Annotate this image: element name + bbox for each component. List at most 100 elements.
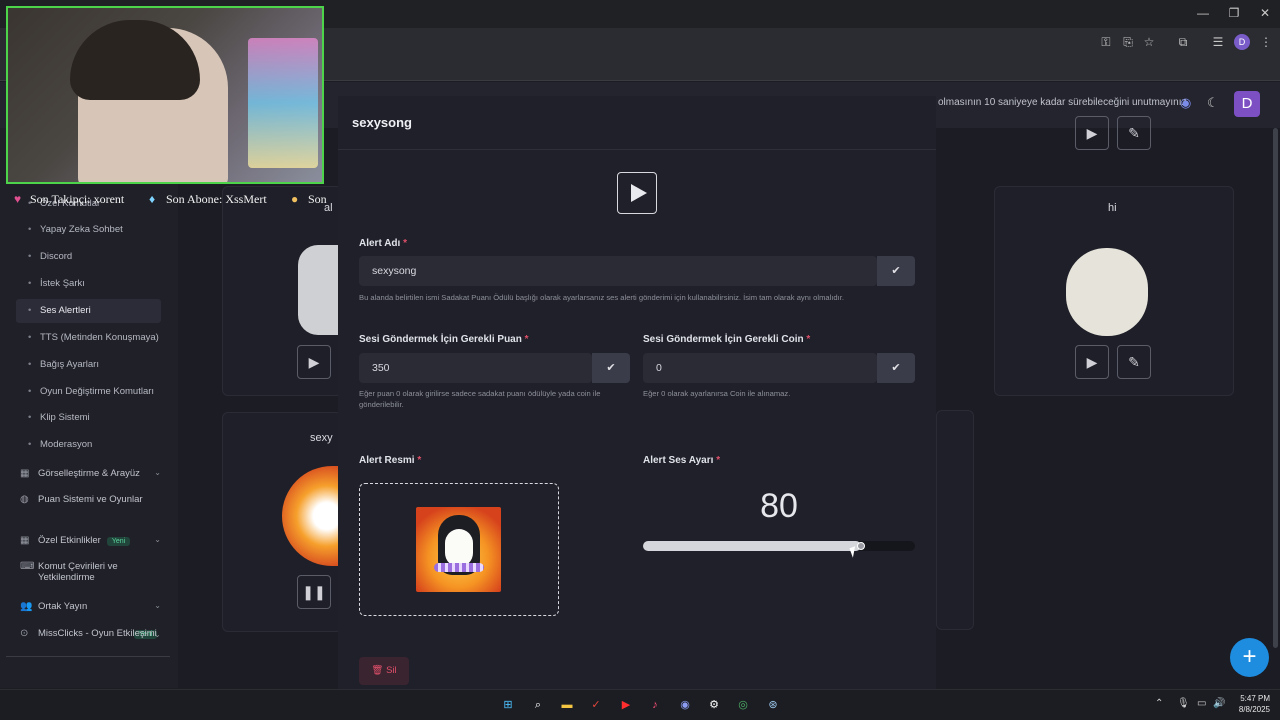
chevron-down-icon: ⌄ — [154, 535, 161, 544]
windows-start-icon[interactable]: ⊞ — [499, 696, 517, 714]
confirm-coin-button[interactable]: ✔ — [877, 353, 915, 383]
add-alert-button[interactable]: + — [1230, 638, 1269, 677]
modal-title: sexysong — [352, 115, 412, 130]
points-help: Eğer puan 0 olarak girilirse sadece sada… — [359, 389, 601, 409]
bunny-sticker-image — [1066, 248, 1148, 336]
sidebar-group-label: Komut Çevirileri ve Yetkilendirme — [38, 561, 118, 583]
steam-icon[interactable]: ⊛ — [764, 696, 782, 714]
sidebar-item-donation[interactable]: Bağış Ayarları — [16, 353, 161, 377]
header-notice: olmasının 10 saniyeye kadar sürebileceği… — [938, 97, 1190, 108]
volume-value: 80 — [760, 487, 798, 525]
moneybag-icon: ● — [291, 192, 299, 206]
card-title: hi — [1108, 202, 1117, 214]
minimize-icon[interactable]: — — [1195, 5, 1211, 21]
scrollbar[interactable] — [1273, 128, 1278, 648]
sidebar-item-moderation[interactable]: Moderasyon — [16, 433, 161, 457]
sidebar-item-game-commands[interactable]: Oyun Değiştirme Komutları — [16, 380, 161, 404]
last-subscriber: Son Abone: XssMert — [166, 192, 267, 206]
webcam-pc-case — [248, 38, 318, 168]
edit-button[interactable]: ✎ — [1117, 116, 1151, 150]
sidebar-group-missclicks[interactable]: ⊙ MissClicks - Oyun Etkileşimi — [20, 628, 165, 639]
search-icon[interactable]: ⌕ — [529, 696, 547, 714]
microphone-icon[interactable]: 🎙 — [1177, 698, 1190, 709]
chevron-down-icon: ⌄ — [154, 601, 161, 610]
volume-label: Alert Ses Ayarı * — [643, 455, 721, 466]
sidebar-item-tts[interactable]: TTS (Metinden Konuşmaya) — [16, 326, 161, 350]
trash-icon: 🗑 — [371, 665, 384, 676]
users-icon: 👥 — [20, 601, 33, 612]
sidebar-divider — [6, 656, 170, 657]
coin-label: Sesi Göndermek İçin Gerekli Coin * — [643, 334, 811, 345]
sidebar-group-points[interactable]: ◍ Puan Sistemi ve Oyunlar — [20, 494, 148, 505]
sidebar-item-discord[interactable]: Discord — [16, 245, 161, 269]
play-button[interactable]: ▶ — [1075, 345, 1109, 379]
tray-chevron-icon[interactable]: ⌃ — [1155, 698, 1163, 709]
calendar-icon: ▦ — [20, 468, 30, 479]
edit-button[interactable]: ✎ — [1117, 345, 1151, 379]
clock-date[interactable]: 8/8/2025 — [1222, 705, 1270, 714]
chrome-icon[interactable]: ◎ — [734, 696, 752, 714]
volume-slider-fill — [643, 541, 861, 551]
star-icon[interactable]: ☆ — [1141, 34, 1157, 50]
sidebar-group-label: Puan Sistemi ve Oyunlar — [38, 494, 143, 505]
alert-name-input[interactable]: sexysong — [359, 256, 877, 286]
sidebar-item-ai-chat[interactable]: Yapay Zeka Sohbet — [16, 218, 161, 242]
coin-input[interactable]: 0 — [643, 353, 877, 383]
sidebar-item-sound-alerts[interactable]: Ses Alertleri — [16, 299, 161, 323]
close-icon[interactable]: ✕ — [1257, 5, 1273, 21]
taskbar — [0, 689, 1280, 720]
tiktok-icon[interactable]: ♪ — [646, 696, 664, 714]
preview-play-button[interactable] — [617, 172, 657, 214]
discord-taskbar-icon[interactable]: ◉ — [676, 696, 694, 714]
sidebar-item-clip-system[interactable]: Klip Sistemi — [16, 406, 161, 430]
stream-ticker: ♥ Son Takipçi: xorent ♦ Son Abone: XssMe… — [0, 186, 330, 212]
media-icon[interactable]: ☰ — [1210, 34, 1226, 50]
file-explorer-icon[interactable]: ▬ — [558, 696, 576, 714]
clock-time[interactable]: 5:47 PM — [1230, 694, 1270, 703]
delete-button[interactable]: 🗑 Sil — [359, 657, 409, 685]
keyboard-icon: ⌨ — [20, 561, 35, 572]
pause-button[interactable]: ❚❚ — [297, 575, 331, 609]
network-icon[interactable]: ▭ — [1197, 698, 1206, 709]
play-button[interactable]: ▶ — [1075, 116, 1109, 150]
app-icon[interactable]: ⚙ — [705, 696, 723, 714]
sidebar-group-label: Özel Etkinlikler — [38, 535, 101, 546]
moon-icon[interactable]: ☾ — [1207, 95, 1223, 111]
sidebar-group-label: Görselleştirme & Arayüz — [38, 468, 140, 479]
menu-icon[interactable]: ⋮ — [1258, 34, 1274, 50]
app-icon[interactable]: ✓ — [587, 696, 605, 714]
play-button[interactable]: ▶ — [297, 345, 331, 379]
sidebar-group-events[interactable]: ▦ Özel Etkinlikler Yeni ⌄ — [20, 535, 165, 546]
sidebar-group-label: MissClicks - Oyun Etkileşimi — [38, 628, 157, 639]
sidebar-group-co-stream[interactable]: 👥 Ortak Yayın ⌄ — [20, 601, 165, 612]
volume-slider-handle[interactable] — [857, 542, 865, 550]
points-input[interactable]: 350 — [359, 353, 592, 383]
install-icon[interactable]: ⎘ — [1120, 34, 1136, 50]
confirm-name-button[interactable]: ✔ — [877, 256, 915, 286]
restore-icon[interactable]: ❐ — [1226, 5, 1242, 21]
last-follower: Son Takipçi: xorent — [30, 192, 125, 206]
coins-icon: ◍ — [20, 494, 29, 505]
points-label: Sesi Göndermek İçin Gerekli Puan * — [359, 334, 529, 345]
alert-name-label: Alert Adı * — [359, 238, 407, 249]
sidebar-group-visuals[interactable]: ▦ Görselleştirme & Arayüz ⌄ — [20, 468, 165, 479]
confirm-points-button[interactable]: ✔ — [592, 353, 630, 383]
new-badge: Yeni — [106, 537, 131, 546]
cat-sticker-image — [298, 245, 338, 335]
coin-help: Eğer 0 olarak ayarlanırsa Coin ile alına… — [643, 389, 791, 398]
youtube-icon[interactable]: ▶ — [617, 696, 635, 714]
card-title: sexy — [310, 432, 333, 444]
sidebar-item-song-request[interactable]: İstek Şarkı — [16, 272, 161, 296]
extensions-icon[interactable]: ⧉ — [1175, 34, 1191, 50]
gamepad-icon: ⊙ — [20, 628, 29, 639]
alert-card — [936, 410, 974, 630]
sidebar-group-label: Ortak Yayın — [38, 601, 88, 612]
sidebar-group-translations[interactable]: ⌨ Komut Çevirileri ve Yetkilendirme — [20, 561, 150, 583]
user-avatar[interactable]: D — [1234, 91, 1260, 117]
webcam-overlay — [6, 6, 324, 184]
modal-divider — [338, 149, 936, 150]
alert-name-help: Bu alanda belirtilen ismi Sadakat Puanı … — [359, 293, 844, 302]
discord-icon[interactable]: ◉ — [1180, 95, 1196, 111]
profile-avatar[interactable]: D — [1234, 34, 1250, 50]
key-icon[interactable]: ⚿ — [1098, 34, 1114, 50]
